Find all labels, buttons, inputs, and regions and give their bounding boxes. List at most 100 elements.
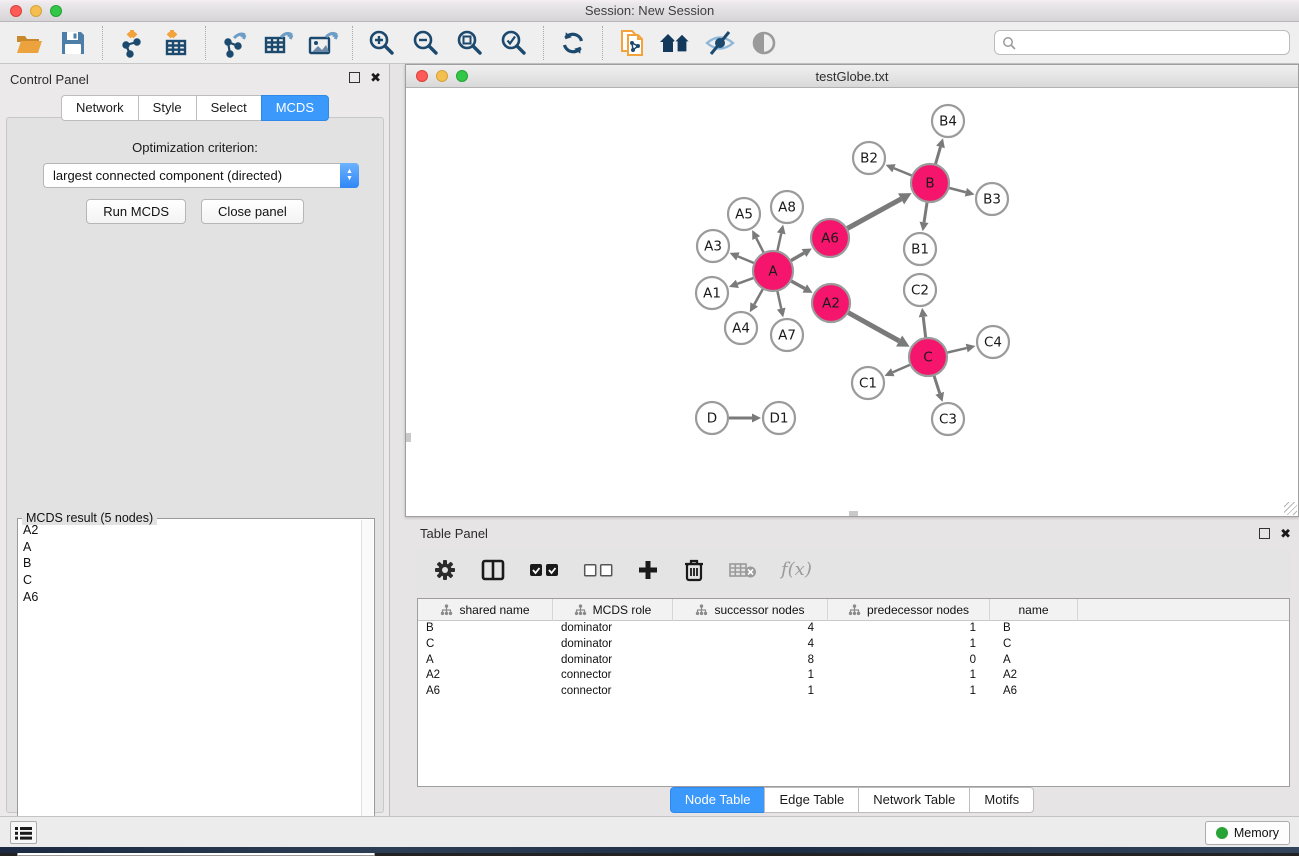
float-table-panel-icon[interactable] (1259, 528, 1270, 539)
refresh-icon[interactable] (554, 25, 592, 61)
edge-C-C4[interactable] (966, 344, 976, 353)
cell[interactable]: dominator (553, 637, 673, 653)
close-panel-button[interactable]: Close panel (201, 199, 304, 224)
network-close-button[interactable] (416, 70, 428, 82)
export-network-icon[interactable] (216, 25, 254, 61)
table-row[interactable]: Bdominator41B (418, 621, 1289, 637)
memory-button[interactable]: Memory (1205, 821, 1290, 845)
vertical-scrollbar-thumb[interactable] (406, 433, 411, 442)
cell[interactable]: 1 (673, 668, 828, 684)
import-network-icon[interactable] (113, 25, 151, 61)
cell[interactable]: 4 (673, 637, 828, 653)
edge-B-B4[interactable] (936, 138, 945, 148)
cell[interactable]: B (990, 621, 1078, 637)
zoom-fit-icon[interactable] (451, 25, 489, 61)
horizontal-scrollbar-thumb[interactable] (849, 511, 858, 516)
network-maximize-button[interactable] (456, 70, 468, 82)
select-all-checkboxes-icon[interactable] (529, 563, 559, 577)
cell[interactable]: 8 (673, 653, 828, 669)
edge-A-A8[interactable] (777, 225, 786, 235)
table-row[interactable]: A2connector11A2 (418, 668, 1289, 684)
network-canvas[interactable]: AA1A2A3A4A5A6A7A8BB1B2B3B4CC1C2C3C4DD1 (406, 88, 1298, 516)
import-table-icon[interactable] (157, 25, 195, 61)
deselect-all-checkboxes-icon[interactable] (583, 563, 613, 577)
delete-table-icon[interactable] (729, 561, 757, 579)
cell[interactable]: B (418, 621, 553, 637)
save-session-icon[interactable] (54, 25, 92, 61)
delete-column-trash-icon[interactable] (683, 558, 705, 582)
add-column-icon[interactable] (637, 559, 659, 581)
tab-mcds[interactable]: MCDS (261, 95, 329, 121)
tab-motifs[interactable]: Motifs (969, 787, 1034, 813)
resize-grip-icon[interactable] (1284, 502, 1297, 515)
close-window-button[interactable] (10, 5, 22, 17)
zoom-selected-icon[interactable] (495, 25, 533, 61)
column-header-mcds-role[interactable]: MCDS role (553, 599, 673, 621)
result-item[interactable]: A (19, 539, 361, 556)
cell[interactable]: 1 (828, 684, 990, 700)
tab-network[interactable]: Network (61, 95, 138, 121)
edge-A-A7[interactable] (777, 308, 786, 318)
hide-panel-eye-icon[interactable] (701, 25, 739, 61)
network-minimize-button[interactable] (436, 70, 448, 82)
tab-node-table[interactable]: Node Table (670, 787, 765, 813)
maximize-window-button[interactable] (50, 5, 62, 17)
table-row[interactable]: Cdominator41C (418, 637, 1289, 653)
cell[interactable]: C (990, 637, 1078, 653)
cell[interactable]: A (418, 653, 553, 669)
search-field[interactable] (994, 30, 1290, 55)
cell[interactable]: connector (553, 668, 673, 684)
result-item[interactable]: A6 (19, 588, 361, 605)
table-row[interactable]: A6connector11A6 (418, 684, 1289, 700)
float-panel-icon[interactable] (349, 72, 360, 83)
cell[interactable]: A6 (418, 684, 553, 700)
search-input[interactable] (1021, 36, 1289, 50)
close-table-panel-icon[interactable]: ✖ (1280, 528, 1291, 539)
table-settings-gear-icon[interactable] (433, 558, 457, 582)
cell[interactable]: C (418, 637, 553, 653)
export-table-icon[interactable] (260, 25, 298, 61)
cell[interactable]: dominator (553, 621, 673, 637)
cell[interactable]: A2 (418, 668, 553, 684)
function-builder-icon[interactable]: f(x) (781, 559, 812, 580)
cell[interactable]: 1 (828, 668, 990, 684)
tab-select[interactable]: Select (196, 95, 261, 121)
result-scrollbar[interactable] (361, 520, 373, 854)
edge-B-B1[interactable] (920, 222, 929, 232)
column-header-shared-name[interactable]: shared name (418, 599, 553, 621)
cell[interactable]: 1 (673, 684, 828, 700)
cell[interactable]: 0 (828, 653, 990, 669)
tab-edge-table[interactable]: Edge Table (764, 787, 858, 813)
task-history-button[interactable] (10, 821, 37, 844)
edge-D-D1[interactable] (752, 413, 761, 422)
minimize-window-button[interactable] (30, 5, 42, 17)
table-row[interactable]: Adominator80A (418, 653, 1289, 669)
zoom-out-icon[interactable] (407, 25, 445, 61)
network-graph[interactable]: AA1A2A3A4A5A6A7A8BB1B2B3B4CC1C2C3C4DD1 (406, 88, 1298, 516)
cell[interactable]: 4 (673, 621, 828, 637)
cell[interactable]: 1 (828, 637, 990, 653)
edge-C-C2[interactable] (919, 308, 928, 317)
cell[interactable]: A (990, 653, 1078, 669)
cell[interactable]: A2 (990, 668, 1078, 684)
clone-network-icon[interactable] (613, 25, 651, 61)
result-item[interactable]: C (19, 572, 361, 589)
cell[interactable]: dominator (553, 653, 673, 669)
column-manager-icon[interactable] (481, 559, 505, 581)
result-item[interactable]: A2 (19, 522, 361, 539)
column-header-name[interactable]: name (990, 599, 1078, 621)
column-header-successor-nodes[interactable]: successor nodes (673, 599, 828, 621)
result-item[interactable]: B (19, 555, 361, 572)
tab-network-table[interactable]: Network Table (858, 787, 969, 813)
close-panel-icon[interactable]: ✖ (370, 72, 381, 83)
home-icon[interactable] (657, 25, 695, 61)
cell[interactable]: 1 (828, 621, 990, 637)
edge-C-C3[interactable] (935, 392, 944, 402)
network-window-titlebar[interactable]: testGlobe.txt (406, 65, 1298, 88)
cell[interactable]: connector (553, 684, 673, 700)
tab-style[interactable]: Style (138, 95, 196, 121)
criterion-dropdown[interactable]: largest connected component (directed) ▲… (43, 163, 359, 188)
run-mcds-button[interactable]: Run MCDS (86, 199, 186, 224)
column-header-predecessor-nodes[interactable]: predecessor nodes (828, 599, 990, 621)
open-session-icon[interactable] (10, 25, 48, 61)
